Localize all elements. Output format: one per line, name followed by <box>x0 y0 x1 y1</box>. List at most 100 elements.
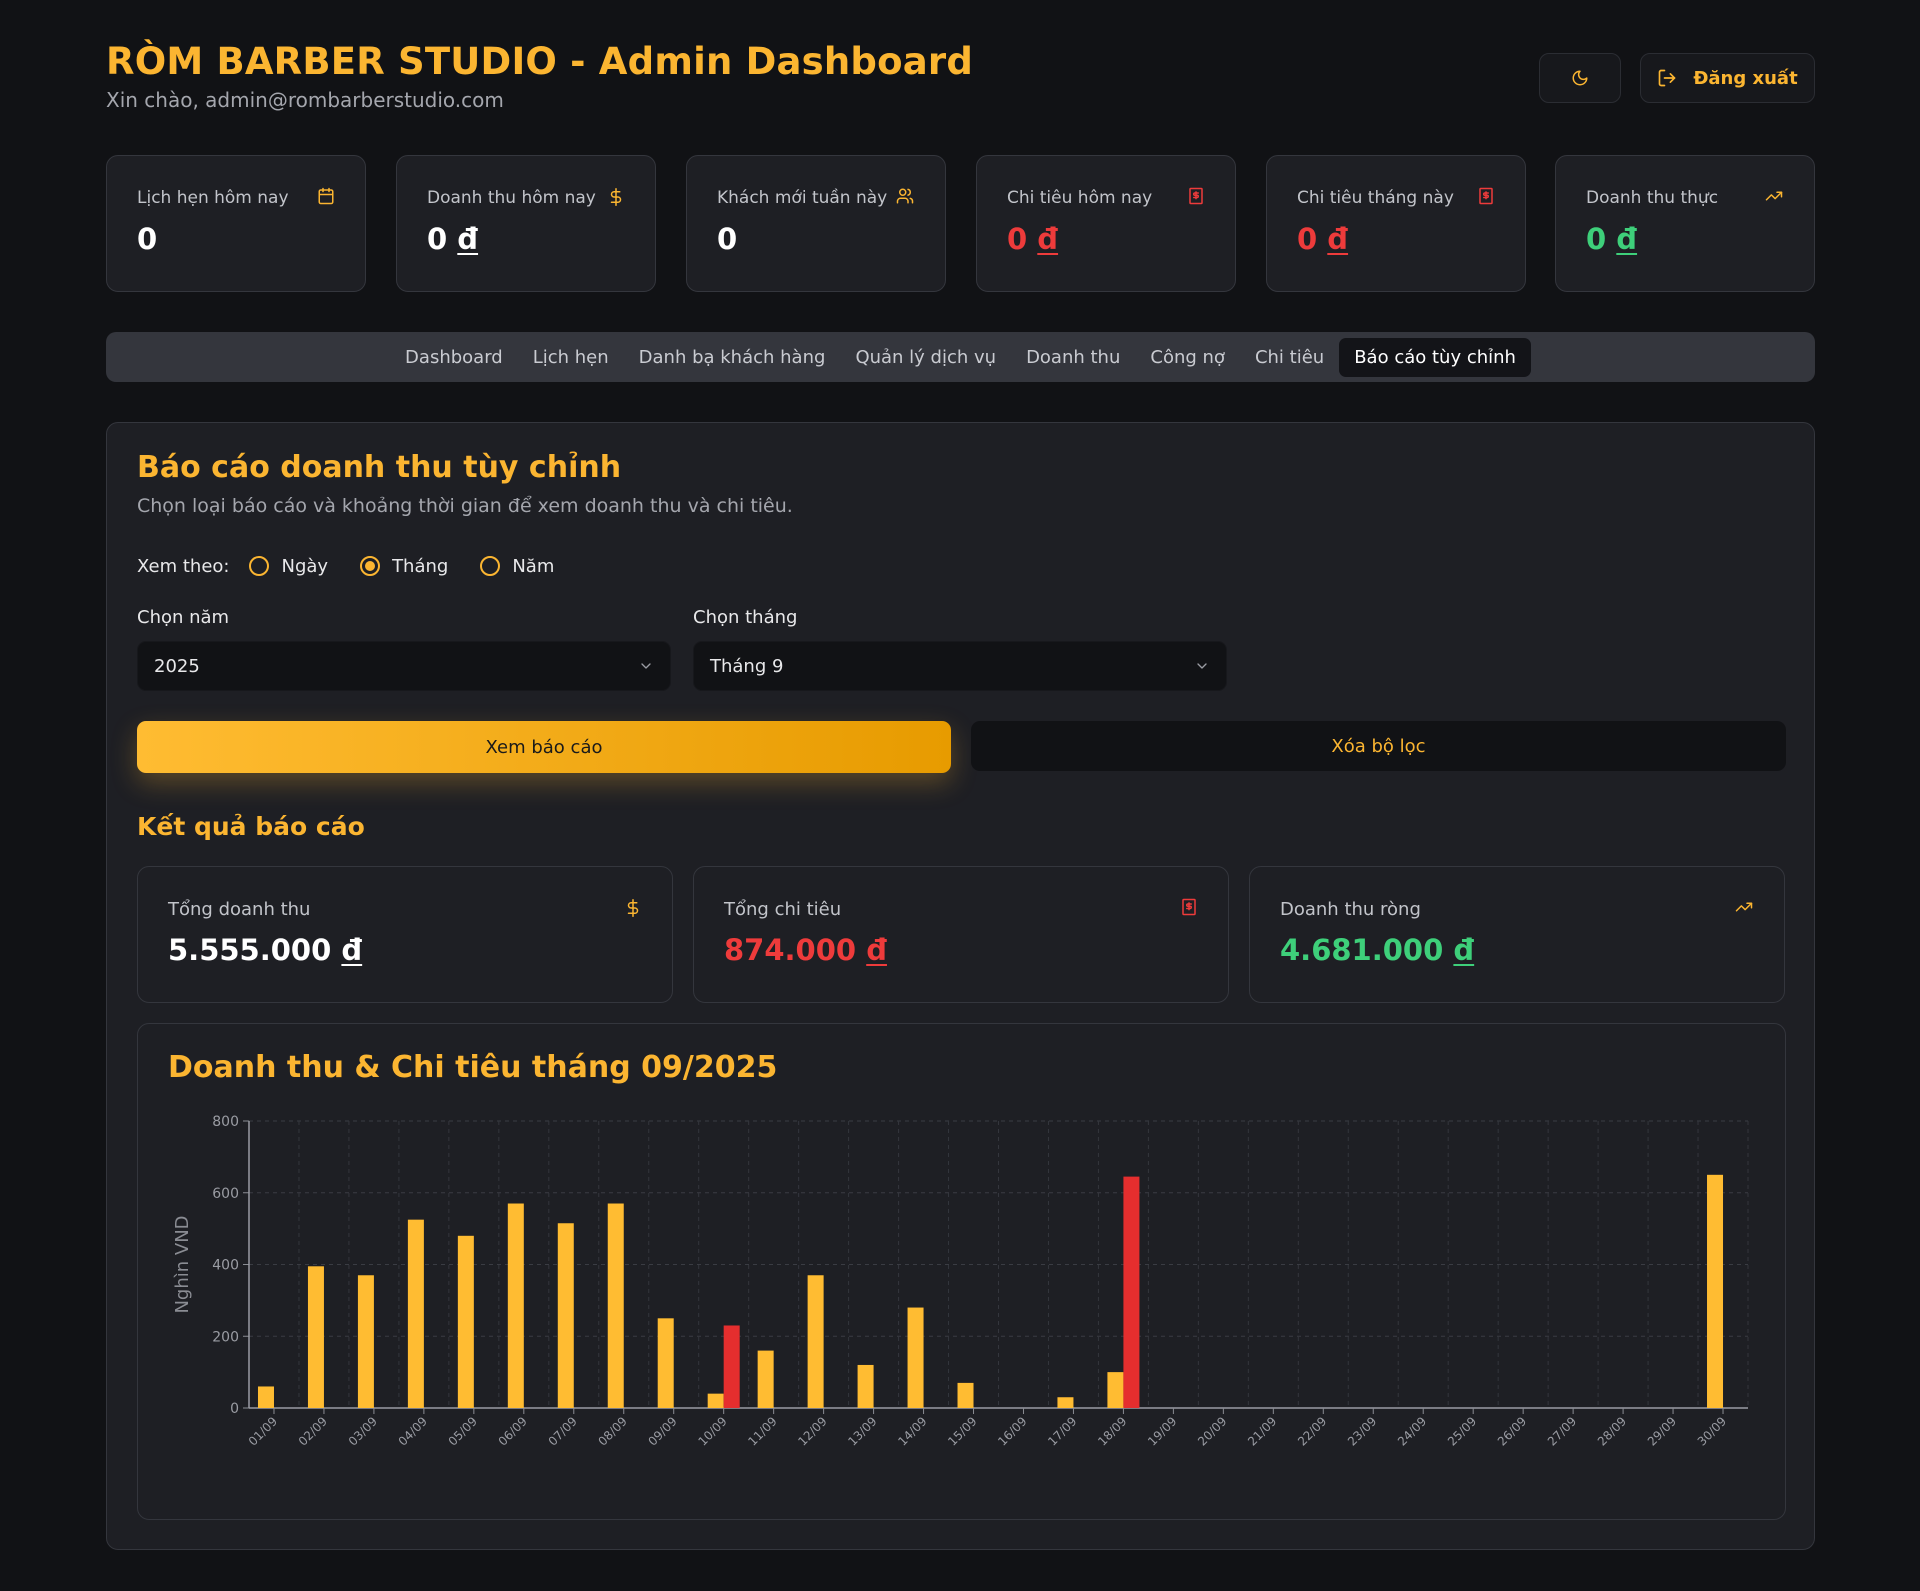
stat-label: Chi tiêu hôm nay <box>1007 188 1153 208</box>
bar-expense <box>1123 1176 1140 1408</box>
tab-7[interactable]: Báo cáo tùy chỉnh <box>1339 337 1531 377</box>
year-select[interactable]: 2025 <box>137 641 671 691</box>
x-tick-label: 20/09 <box>1195 1414 1229 1448</box>
stat-value: 0 đ <box>1586 222 1637 256</box>
bar-revenue <box>807 1275 824 1408</box>
month-select[interactable]: Tháng 9 <box>693 641 1227 691</box>
clear-filter-button[interactable]: Xóa bộ lọc <box>971 721 1786 771</box>
currency-symbol: đ <box>866 933 887 967</box>
stat-value: 0 <box>717 222 737 256</box>
bar-revenue <box>407 1219 424 1408</box>
stat-number: 0 <box>427 222 448 256</box>
bar-revenue <box>607 1203 624 1408</box>
stat-card: Khách mới tuần này 0 <box>686 155 946 292</box>
stat-label: Chi tiêu tháng này <box>1297 188 1454 208</box>
radio-year[interactable]: Năm <box>480 556 554 577</box>
stat-card: Doanh thu thực 0 đ <box>1555 155 1815 292</box>
users-icon <box>895 187 915 205</box>
x-tick-label: 12/09 <box>795 1414 829 1448</box>
theme-toggle-button[interactable] <box>1539 53 1621 103</box>
stat-number: 0 <box>1297 222 1318 256</box>
greeting-text: Xin chào, admin@rombarberstudio.com <box>106 88 504 112</box>
radio-day[interactable]: Ngày <box>249 556 328 577</box>
x-tick-label: 27/09 <box>1545 1414 1579 1448</box>
radio-month[interactable]: Tháng <box>360 556 448 577</box>
result-value: 5.555.000 đ <box>168 933 362 967</box>
y-tick-label: 200 <box>212 1329 239 1345</box>
y-tick-label: 400 <box>212 1258 239 1274</box>
tab-2[interactable]: Danh bạ khách hàng <box>624 338 841 377</box>
main-tabs: Dashboard Lịch hẹn Danh bạ khách hàng Quản … <box>106 332 1815 382</box>
radio-circle[interactable] <box>249 556 270 576</box>
result-card: Doanh thu ròng 4.681.000 đ <box>1249 866 1785 1003</box>
bar-revenue <box>957 1382 974 1408</box>
view-by-group: Xem theo: Ngày Tháng Năm <box>137 551 586 581</box>
x-tick-label: 29/09 <box>1645 1414 1679 1448</box>
radio-label: Tháng <box>392 555 449 577</box>
month-select-value: Tháng 9 <box>710 655 784 677</box>
dollar-icon <box>607 187 625 207</box>
currency-symbol: đ <box>457 222 479 256</box>
x-tick-label: 03/09 <box>346 1414 380 1448</box>
radio-circle[interactable] <box>480 556 501 576</box>
x-tick-label: 30/09 <box>1695 1414 1729 1448</box>
radio-circle[interactable] <box>360 556 381 576</box>
bar-revenue <box>1107 1372 1124 1408</box>
stat-card: Doanh thu hôm nay 0 đ <box>396 155 656 292</box>
logout-icon <box>1657 68 1677 88</box>
x-tick-label: 07/09 <box>546 1414 580 1448</box>
stats-row: Lịch hẹn hôm nay 0 Doanh thu hôm nay 0 đ… <box>106 155 1815 292</box>
y-tick-label: 800 <box>212 1114 239 1130</box>
results-title: Kết quả báo cáo <box>137 812 365 841</box>
bar-revenue <box>257 1386 274 1408</box>
bar-revenue <box>857 1364 874 1408</box>
y-axis-label: Nghìn VND <box>172 1215 193 1313</box>
page-title: RÒM BARBER STUDIO - Admin Dashboard <box>106 40 974 83</box>
tab-0[interactable]: Dashboard <box>390 338 518 377</box>
x-tick-label: 14/09 <box>895 1414 929 1448</box>
year-select-value: 2025 <box>154 655 200 677</box>
radio-label: Năm <box>512 555 555 577</box>
result-value: 874.000 đ <box>724 933 887 967</box>
result-card: Tổng chi tiêu 874.000 đ <box>693 866 1229 1003</box>
currency-symbol: đ <box>1616 222 1638 256</box>
stat-label: Doanh thu hôm nay <box>427 188 596 208</box>
result-card: Tổng doanh thu 5.555.000 đ <box>137 866 673 1003</box>
bar-revenue <box>1057 1397 1074 1408</box>
stat-value: 0 đ <box>1007 222 1058 256</box>
logout-button[interactable]: Đăng xuất <box>1640 53 1815 103</box>
currency-symbol: đ <box>1453 933 1475 967</box>
x-tick-label: 04/09 <box>396 1414 430 1448</box>
bar-revenue <box>557 1223 574 1408</box>
tab-6[interactable]: Chi tiêu <box>1240 338 1339 377</box>
logout-label: Đăng xuất <box>1693 67 1798 89</box>
x-tick-label: 09/09 <box>645 1414 679 1448</box>
tab-3[interactable]: Quản lý dịch vụ <box>840 338 1011 377</box>
stat-card: Lịch hẹn hôm nay 0 <box>106 155 366 292</box>
bar-revenue <box>507 1203 524 1408</box>
stat-label: Lịch hẹn hôm nay <box>137 188 289 208</box>
stat-label: Khách mới tuần này <box>717 188 888 208</box>
bar-chart: 0 200 400 600 800 Nghìn VND 01/09 02/09 03/09 04/… <box>172 1114 1749 1449</box>
x-tick-label: 25/09 <box>1445 1414 1479 1448</box>
stat-number: 0 <box>137 222 158 256</box>
tab-4[interactable]: Doanh thu <box>1011 338 1135 377</box>
stat-number: 0 <box>717 222 738 256</box>
x-tick-label: 23/09 <box>1345 1414 1379 1448</box>
bar-revenue <box>707 1393 724 1408</box>
x-tick-label: 13/09 <box>845 1414 879 1448</box>
bar-revenue <box>907 1307 924 1408</box>
calendar-icon <box>317 187 335 205</box>
tab-1[interactable]: Lịch hẹn <box>518 338 624 377</box>
report-title: Báo cáo doanh thu tùy chỉnh <box>137 450 622 485</box>
tab-5[interactable]: Công nợ <box>1135 338 1240 377</box>
x-tick-label: 01/09 <box>246 1414 280 1448</box>
y-tick-label: 600 <box>212 1186 239 1202</box>
stat-card: Chi tiêu tháng này 0 đ <box>1266 155 1526 292</box>
trending-up-icon <box>1734 898 1754 916</box>
bar-revenue <box>457 1235 474 1408</box>
result-label: Doanh thu ròng <box>1280 899 1421 920</box>
dollar-icon <box>624 898 642 918</box>
stat-number: 0 <box>1007 222 1028 256</box>
view-report-button[interactable]: Xem báo cáo <box>137 721 951 773</box>
